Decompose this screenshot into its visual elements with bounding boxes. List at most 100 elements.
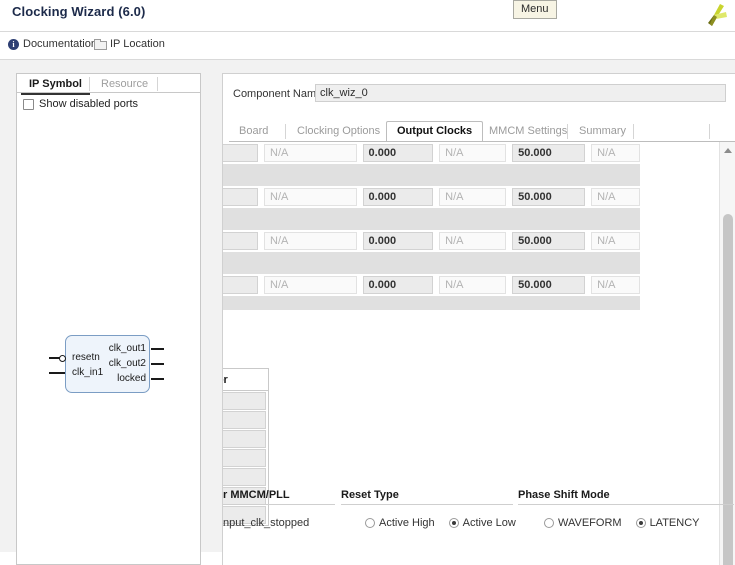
ip-location-link[interactable]: IP Location bbox=[94, 38, 165, 51]
radio-label-latency: LATENCY bbox=[649, 517, 700, 530]
ip-symbol-diagram: resetn clk_in1 clk_out1 clk_out2 locked bbox=[31, 327, 196, 402]
tab-mmcm-settings[interactable]: MMCM Settings bbox=[479, 121, 577, 142]
body-area: IP Symbol Resource Show disabled ports r… bbox=[0, 60, 735, 565]
component-name-row: Component Name clk_wiz_0 bbox=[223, 84, 735, 106]
cell-actual-duty: N/A bbox=[591, 188, 640, 206]
output-clocks-table-clip: .000 N/A 0.000 N/A 50.000 N/A .000 N/A 0… bbox=[223, 142, 718, 310]
tab-divider bbox=[285, 124, 286, 139]
tab-clocking-options[interactable]: Clocking Options bbox=[287, 121, 390, 142]
pin-label-clk-out1: clk_out1 bbox=[108, 343, 146, 354]
radio-active-high[interactable]: Active High bbox=[365, 517, 435, 529]
radio-icon[interactable] bbox=[365, 518, 375, 529]
table-row[interactable]: .000 N/A 0.000 N/A 50.000 N/A bbox=[223, 274, 640, 296]
radio-label-active-high: Active High bbox=[379, 517, 435, 530]
tab-resource[interactable]: Resource bbox=[93, 76, 156, 93]
cell-phase[interactable]: 0.000 bbox=[362, 144, 434, 162]
tab-divider bbox=[567, 124, 568, 139]
tab-output-clocks[interactable]: Output Clocks bbox=[386, 121, 484, 142]
cell-actual-freq: N/A bbox=[264, 276, 357, 294]
radio-icon-selected[interactable] bbox=[448, 518, 459, 529]
cell-actual-phase: N/A bbox=[439, 144, 507, 162]
radio-label-active-low: Active Low bbox=[462, 517, 516, 530]
tab-ip-symbol[interactable]: IP Symbol bbox=[21, 76, 90, 95]
cell-duty-cycle[interactable]: 50.000 bbox=[512, 232, 586, 250]
left-panel-tabs: IP Symbol Resource bbox=[17, 74, 200, 95]
cell-actual-phase: N/A bbox=[439, 188, 507, 206]
radio-icon-selected[interactable] bbox=[635, 518, 646, 529]
show-disabled-ports-label: Show disabled ports bbox=[39, 98, 139, 110]
folder-icon bbox=[94, 39, 107, 51]
cell-actual-duty: N/A bbox=[591, 276, 640, 294]
group-body-mmcm-pll: nput_clk_stopped bbox=[223, 517, 310, 529]
group-reset-type: Reset Type Active High Active Low bbox=[341, 489, 516, 530]
cell-requested-freq[interactable]: .000 bbox=[223, 232, 259, 250]
pin-label-clk-out2: clk_out2 bbox=[108, 358, 146, 369]
row-separator bbox=[223, 208, 640, 230]
cell-phase[interactable]: 0.000 bbox=[362, 276, 434, 294]
ip-symbol-panel: IP Symbol Resource Show disabled ports r… bbox=[16, 73, 201, 565]
cell-actual-phase: N/A bbox=[439, 232, 507, 250]
tab-board[interactable]: Board bbox=[229, 121, 278, 142]
pin-wire-clk-in1 bbox=[49, 372, 65, 374]
pin-wire-clk-out2 bbox=[151, 363, 164, 365]
table-row[interactable]: .000 N/A 0.000 N/A 50.000 N/A bbox=[223, 230, 640, 252]
cell-requested-freq[interactable]: .000 bbox=[223, 276, 259, 294]
group-body-phase-shift-mode: WAVEFORM LATENCY bbox=[518, 517, 734, 529]
link-bar: i Documentation IP Location bbox=[0, 32, 735, 59]
radio-label-waveform: WAVEFORM bbox=[558, 517, 622, 530]
cell-actual-freq: N/A bbox=[264, 144, 357, 162]
tab-divider bbox=[89, 77, 90, 91]
pin-label-locked: locked bbox=[117, 373, 146, 384]
tab-divider bbox=[709, 124, 710, 139]
table-row[interactable]: .000 N/A 0.000 N/A 50.000 N/A bbox=[223, 142, 640, 164]
radio-icon[interactable] bbox=[544, 518, 554, 529]
configuration-tabs: Board Clocking Options Output Clocks MMC… bbox=[229, 121, 735, 142]
radio-active-low[interactable]: Active Low bbox=[448, 517, 516, 530]
show-disabled-ports-row[interactable]: Show disabled ports bbox=[23, 98, 138, 110]
cell-actual-duty: N/A bbox=[591, 232, 640, 250]
pin-wire-clk-out1 bbox=[151, 348, 164, 350]
show-disabled-ports-checkbox[interactable] bbox=[23, 98, 34, 110]
cell-requested-freq[interactable]: .000 bbox=[223, 188, 259, 206]
documentation-label: Documentation bbox=[23, 38, 97, 51]
component-name-input[interactable]: clk_wiz_0 bbox=[315, 84, 726, 102]
group-rule bbox=[518, 504, 734, 505]
page-title: Clocking Wizard (6.0) bbox=[12, 4, 146, 19]
cell-actual-freq: N/A bbox=[264, 232, 357, 250]
group-title-phase-shift-mode: Phase Shift Mode bbox=[518, 489, 610, 501]
scroll-up-arrow-icon[interactable] bbox=[721, 143, 735, 157]
documentation-link[interactable]: i Documentation bbox=[8, 38, 97, 50]
row-separator bbox=[223, 164, 640, 186]
secondary-table-row[interactable] bbox=[223, 449, 266, 467]
cell-duty-cycle[interactable]: 50.000 bbox=[512, 276, 586, 294]
group-title-mmcm-pll: r MMCM/PLL bbox=[223, 489, 290, 501]
inverting-bubble-icon bbox=[59, 355, 66, 362]
radio-waveform[interactable]: WAVEFORM bbox=[544, 517, 622, 529]
cell-duty-cycle[interactable]: 50.000 bbox=[512, 188, 586, 206]
group-rule bbox=[341, 504, 513, 505]
radio-latency[interactable]: LATENCY bbox=[635, 517, 700, 530]
pin-wire-locked bbox=[151, 378, 164, 380]
group-rule bbox=[223, 504, 335, 505]
cell-phase[interactable]: 0.000 bbox=[362, 188, 434, 206]
group-body-reset-type: Active High Active Low bbox=[341, 517, 516, 530]
secondary-table-row[interactable] bbox=[223, 430, 266, 448]
secondary-table-row[interactable] bbox=[223, 411, 266, 429]
table-row[interactable]: .000 N/A 0.000 N/A 50.000 N/A bbox=[223, 186, 640, 208]
cell-duty-cycle[interactable]: 50.000 bbox=[512, 144, 586, 162]
menu-button[interactable]: Menu bbox=[513, 0, 557, 19]
xilinx-logo bbox=[700, 2, 728, 28]
tab-summary[interactable]: Summary bbox=[569, 121, 636, 142]
group-phase-shift-mode: Phase Shift Mode WAVEFORM LATENCY bbox=[518, 489, 734, 529]
info-icon: i bbox=[8, 38, 19, 50]
secondary-table-row[interactable] bbox=[223, 392, 266, 410]
tab-divider bbox=[157, 77, 158, 91]
secondary-table-header: nber bbox=[223, 368, 268, 391]
table-body: .000 N/A 0.000 N/A 50.000 N/A .000 N/A 0… bbox=[223, 142, 640, 310]
configuration-panel: Component Name clk_wiz_0 Board Clocking … bbox=[222, 73, 735, 565]
secondary-table-row[interactable] bbox=[223, 468, 266, 486]
title-bar: Clocking Wizard (6.0) Menu bbox=[0, 0, 735, 31]
tab-divider bbox=[633, 124, 634, 139]
cell-phase[interactable]: 0.000 bbox=[362, 232, 434, 250]
cell-requested-freq[interactable]: .000 bbox=[223, 144, 259, 162]
